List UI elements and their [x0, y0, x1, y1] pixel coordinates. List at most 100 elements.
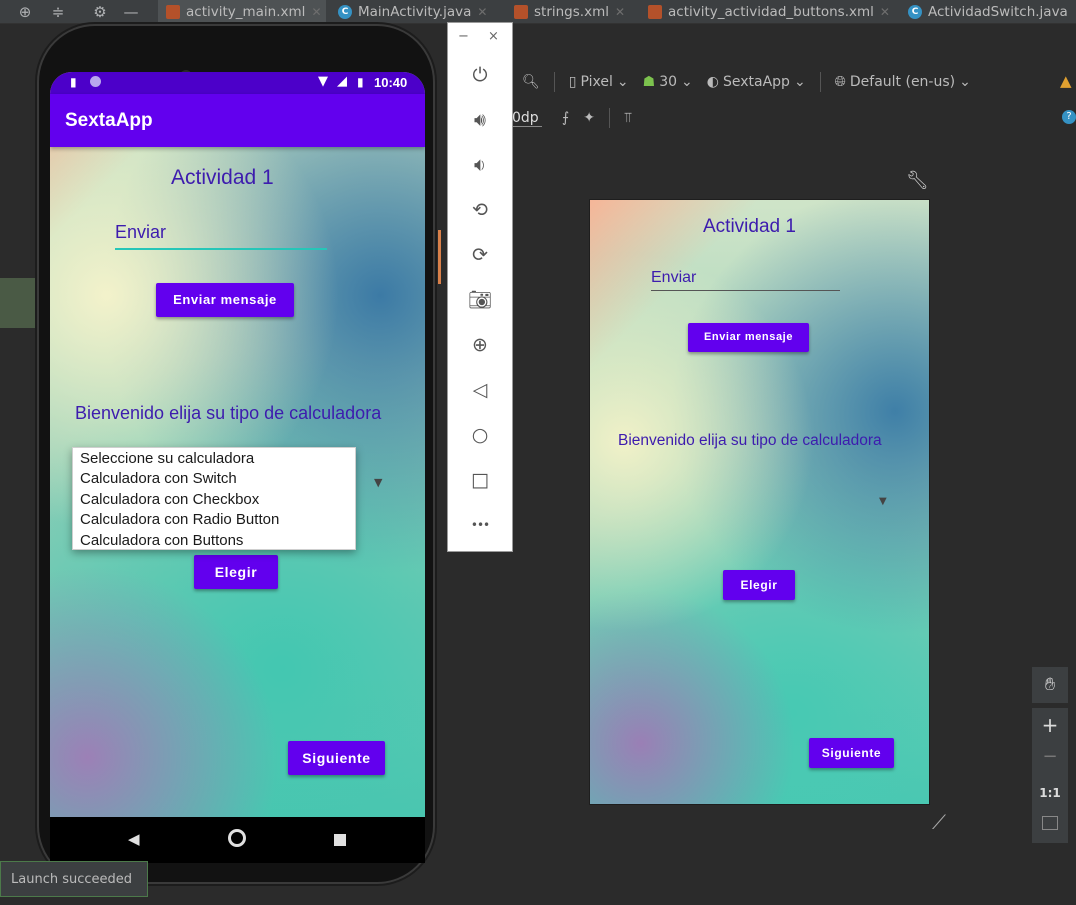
guidelines-icon[interactable]: ⫪ — [624, 110, 632, 126]
zoom-to-fit-icon[interactable] — [1042, 816, 1058, 830]
toolbar-divider — [553, 72, 555, 92]
app-bar: SextaApp — [50, 94, 425, 147]
signal-icon: ◢ — [337, 74, 347, 89]
more-options-button[interactable]: ••• — [448, 510, 512, 540]
emulator-minimize-button[interactable]: − — [458, 29, 469, 44]
preview-welcome-text[interactable]: Bienvenido elija su tipo de calculadora — [618, 432, 882, 450]
phone-screen[interactable]: ▮ ▼ ◢ ▮ 10:40 SextaApp Actividad 1 Envia… — [50, 72, 425, 817]
nav-overview-icon[interactable] — [334, 834, 346, 846]
infer-constraints-icon[interactable]: ✦ — [583, 110, 595, 126]
notification-dot-icon — [90, 76, 101, 87]
nav-back-icon[interactable]: ◀ — [128, 830, 140, 848]
editor-gutter-marker — [438, 230, 441, 284]
tab-activity-main[interactable]: activity_main.xml ✕ — [158, 0, 326, 24]
close-icon[interactable]: ✕ — [477, 5, 487, 19]
constraint-toolbar: 0dp ⨍ ✦ ⫪ — [512, 104, 1076, 132]
message-input[interactable]: Enviar — [115, 222, 327, 250]
pan-hand-icon[interactable]: ✋︎ — [1032, 667, 1068, 703]
android-icon: ☗ — [642, 74, 656, 90]
api-label: 30 — [659, 74, 678, 90]
dropdown-option[interactable]: Calculadora con Checkbox — [80, 491, 259, 511]
zoom-actual-size-button[interactable]: 1:1 — [1032, 780, 1068, 806]
zoom-controls: ✋︎ + − 1:1 — [1032, 667, 1068, 843]
locale-selector[interactable]: 🌐︎ Default (en-us) ⌄ — [835, 74, 971, 90]
device-selector[interactable]: ▯ Pixel ⌄ — [569, 74, 629, 90]
tab-label: activity_main.xml — [186, 4, 306, 20]
tab-activity-buttons[interactable]: activity_actividad_buttons.xml ✕ — [642, 0, 898, 24]
theme-selector[interactable]: ◐ SextaApp ⌄ — [707, 74, 806, 90]
collapse-icon[interactable]: ≑ — [48, 2, 68, 22]
launch-status-popup: Launch succeeded — [0, 861, 148, 897]
close-icon[interactable]: ✕ — [311, 5, 321, 19]
zoom-preview-icon[interactable]: 🔍︎ — [522, 74, 540, 90]
app-title: SextaApp — [65, 110, 153, 131]
minimize-icon[interactable]: — — [121, 2, 141, 22]
rotate-left-icon[interactable]: ⟲ — [448, 195, 512, 225]
locale-label: Default (en-us) — [849, 74, 956, 90]
volume-down-icon[interactable]: 🔉︎ — [448, 150, 512, 180]
design-toolbar: 🔍︎ ▯ Pixel ⌄ ☗ 30 ⌄ ◐ SextaApp ⌄ 🌐︎ Defa… — [512, 66, 1076, 98]
welcome-text: Bienvenido elija su tipo de calculadora — [75, 403, 382, 423]
volume-up-icon[interactable]: 🔊︎ — [448, 105, 512, 135]
zoom-icon[interactable]: ⊕ — [448, 330, 512, 360]
back-icon[interactable]: ◁ — [448, 375, 512, 405]
camera-icon[interactable]: 📷︎ — [448, 285, 512, 315]
preview-send-button[interactable]: Enviar mensaje — [688, 323, 809, 352]
send-message-button[interactable]: Enviar mensaje — [156, 283, 294, 317]
activity-title: Actividad 1 — [171, 166, 274, 189]
clear-constraints-icon[interactable]: ⨍ — [562, 110, 569, 126]
zoom-out-button[interactable]: − — [1032, 744, 1068, 770]
dropdown-option[interactable]: Calculadora con Radio Button — [80, 511, 279, 531]
target-icon[interactable]: ⊕ — [15, 2, 35, 22]
gear-icon[interactable]: ⚙ — [90, 2, 110, 22]
dropdown-option[interactable]: Calculadora con Switch — [80, 470, 237, 490]
tab-strings[interactable]: strings.xml ✕ — [508, 0, 636, 24]
power-icon[interactable]: ⏻ — [448, 60, 512, 90]
layout-preview[interactable]: Actividad 1 Enviar Enviar mensaje Bienve… — [589, 199, 930, 805]
warning-icon[interactable]: ▲ — [1060, 72, 1072, 90]
xml-file-icon — [514, 5, 528, 19]
dropdown-option[interactable]: Seleccione su calculadora — [80, 450, 254, 470]
zoom-in-button[interactable]: + — [1032, 712, 1068, 738]
api-selector[interactable]: ☗ 30 ⌄ — [643, 74, 693, 90]
editor-tab-bar: ⊕ ≑ ⚙ — activity_main.xml ✕ C MainActivi… — [0, 0, 1076, 24]
tab-actividad-switch[interactable]: C ActividadSwitch.java — [902, 0, 1076, 24]
choose-button[interactable]: Elegir — [194, 555, 278, 589]
theme-label: SextaApp — [722, 74, 790, 90]
resize-handle-icon[interactable]: ⟋ — [932, 810, 958, 834]
preview-title[interactable]: Actividad 1 — [703, 216, 796, 238]
emulator-controls-panel: − × ⏻ 🔊︎ 🔉︎ ⟲ ⟳ 📷︎ ⊕ ◁ ○ □ ••• — [447, 22, 513, 552]
android-studio-window: ⊕ ≑ ⚙ — activity_main.xml ✕ C MainActivi… — [0, 0, 1076, 905]
java-class-icon: C — [908, 5, 922, 19]
status-bar: ▮ ▼ ◢ ▮ 10:40 — [50, 72, 425, 94]
spinner-arrow-icon[interactable]: ▼ — [374, 476, 382, 489]
battery-icon: ▮ — [357, 75, 364, 89]
phone-icon: ▯ — [568, 74, 577, 90]
toolbar-divider — [819, 72, 821, 92]
navigation-bar: ◀ — [50, 817, 425, 863]
close-icon[interactable]: ✕ — [615, 5, 625, 19]
tab-label: activity_actividad_buttons.xml — [668, 4, 874, 20]
overview-icon[interactable]: □ — [448, 465, 512, 495]
preview-edit-text[interactable]: Enviar — [651, 269, 840, 291]
tab-label: MainActivity.java — [358, 4, 472, 20]
preview-choose-button[interactable]: Elegir — [723, 570, 795, 600]
default-margin-field[interactable]: 0dp — [512, 110, 542, 127]
close-icon[interactable]: ✕ — [880, 5, 890, 19]
preview-next-button[interactable]: Siguiente — [809, 738, 894, 768]
spinner-arrow-icon[interactable]: ▼ — [879, 496, 887, 507]
tab-main-activity[interactable]: C MainActivity.java ✕ — [332, 0, 502, 24]
next-button[interactable]: Siguiente — [288, 741, 385, 775]
dropdown-option[interactable]: Calculadora con Buttons — [80, 532, 243, 552]
xml-file-icon — [648, 5, 662, 19]
chevron-down-icon: ⌄ — [681, 74, 693, 90]
calculator-type-dropdown[interactable]: Seleccione su calculadora Calculadora co… — [72, 447, 356, 550]
home-icon[interactable]: ○ — [448, 420, 512, 450]
nav-home-icon[interactable] — [228, 829, 246, 847]
wrench-icon[interactable]: 🔧︎ — [906, 170, 929, 191]
tab-label: ActividadSwitch.java — [928, 4, 1068, 20]
rotate-right-icon[interactable]: ⟳ — [448, 240, 512, 270]
help-icon[interactable]: ? — [1062, 110, 1076, 124]
tab-label: strings.xml — [534, 4, 609, 20]
emulator-close-button[interactable]: × — [488, 29, 499, 44]
